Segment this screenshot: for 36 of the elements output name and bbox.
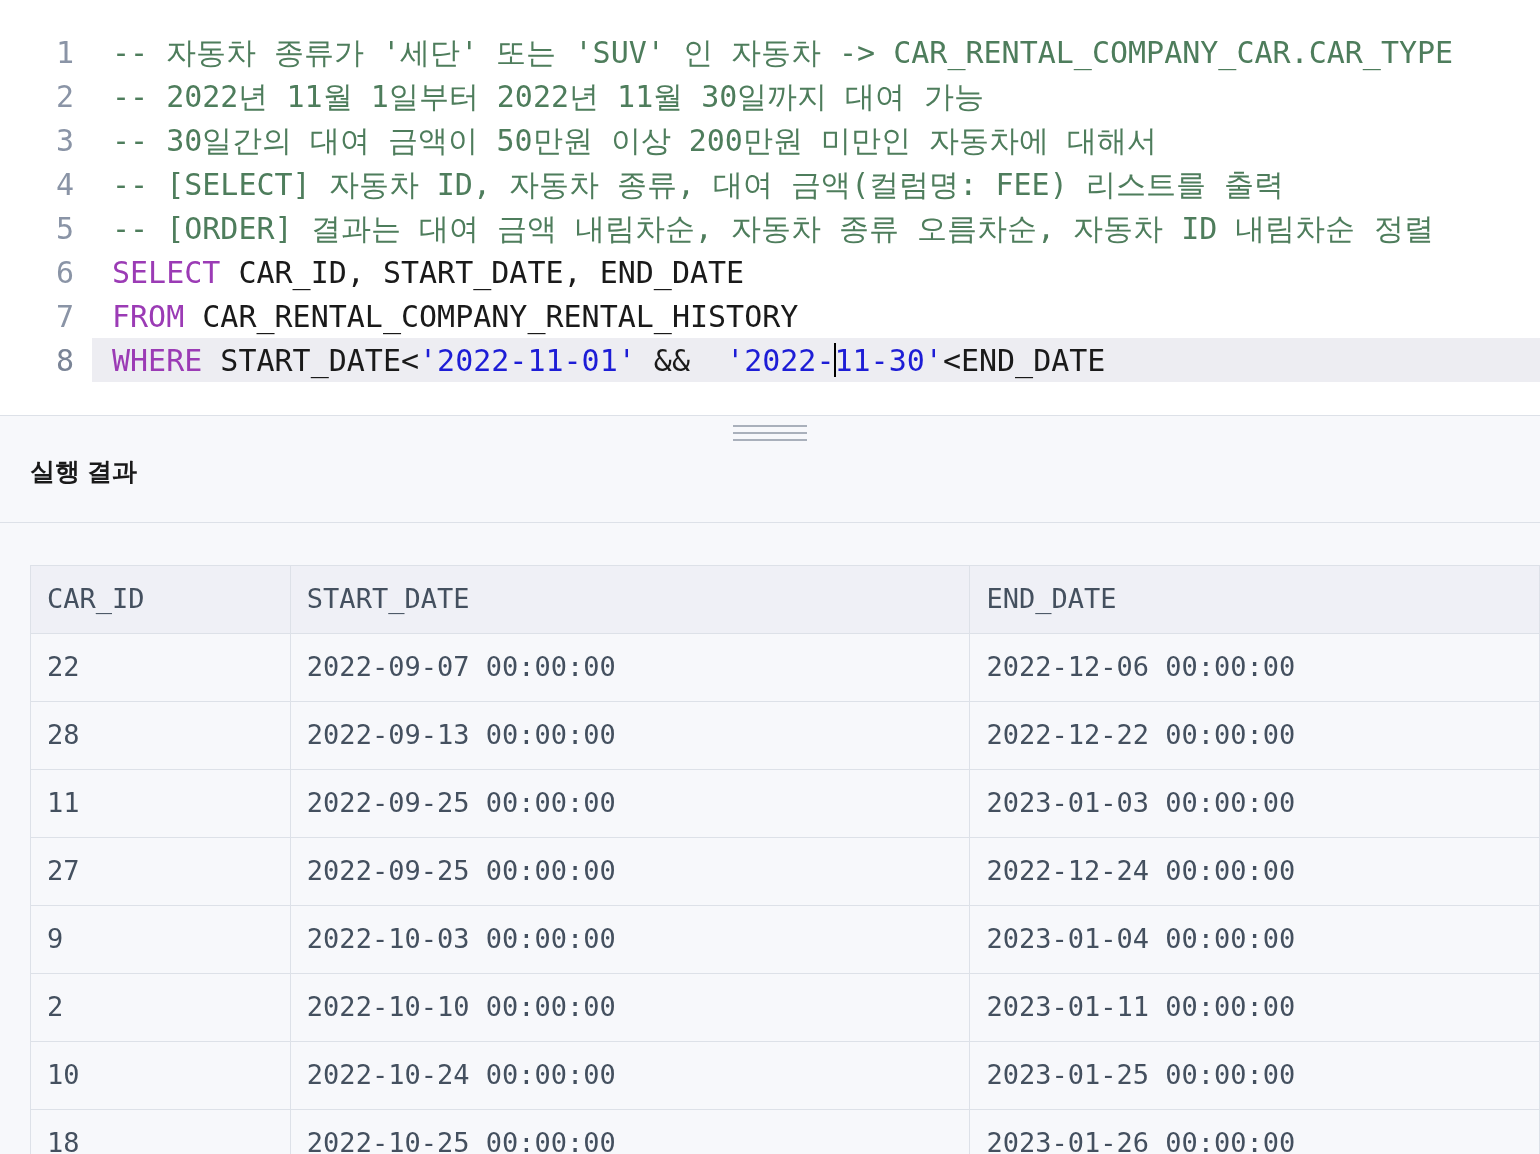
table-cell: 2022-09-07 00:00:00: [290, 633, 970, 702]
column-header: CAR_ID: [30, 565, 291, 634]
result-title: 실행 결과: [30, 457, 137, 485]
text-cursor: [833, 343, 836, 377]
line-number: 6: [54, 253, 75, 292]
line-number: 8: [54, 341, 75, 380]
drag-handle-icon[interactable]: [733, 423, 807, 443]
table-cell: 11: [30, 769, 291, 838]
column-header: START_DATE: [290, 565, 970, 634]
table-cell: 28: [30, 701, 291, 770]
table-cell: 18: [30, 1109, 291, 1154]
table-cell: 2022-12-22 00:00:00: [969, 701, 1540, 770]
line-number: 1: [54, 33, 75, 72]
table-cell: 2022-09-25 00:00:00: [290, 837, 970, 906]
table-cell: 2: [30, 973, 291, 1042]
table-cell: 2022-12-24 00:00:00: [969, 837, 1540, 906]
table-cell: 10: [30, 1041, 291, 1110]
table-cell: 2023-01-03 00:00:00: [969, 769, 1540, 838]
table-cell: 2022-10-03 00:00:00: [290, 905, 970, 974]
line-number: 5: [54, 209, 75, 248]
table-cell: 27: [30, 837, 291, 906]
table-cell: 2023-01-04 00:00:00: [969, 905, 1540, 974]
line-number: 2: [54, 77, 75, 116]
table-cell: 2022-09-13 00:00:00: [290, 701, 970, 770]
table-cell: 2022-12-06 00:00:00: [969, 633, 1540, 702]
table-cell: 2022-09-25 00:00:00: [290, 769, 970, 838]
table-cell: 2023-01-11 00:00:00: [969, 973, 1540, 1042]
table-cell: 9: [30, 905, 291, 974]
table-cell: 2022-10-10 00:00:00: [290, 973, 970, 1042]
column-header: END_DATE: [969, 565, 1540, 634]
table-cell: 2022-10-24 00:00:00: [290, 1041, 970, 1110]
table-cell: 2023-01-25 00:00:00: [969, 1041, 1540, 1110]
line-number: 3: [54, 121, 75, 160]
line-number: 4: [54, 165, 75, 204]
line-number: 7: [54, 297, 75, 336]
table-cell: 22: [30, 633, 291, 702]
